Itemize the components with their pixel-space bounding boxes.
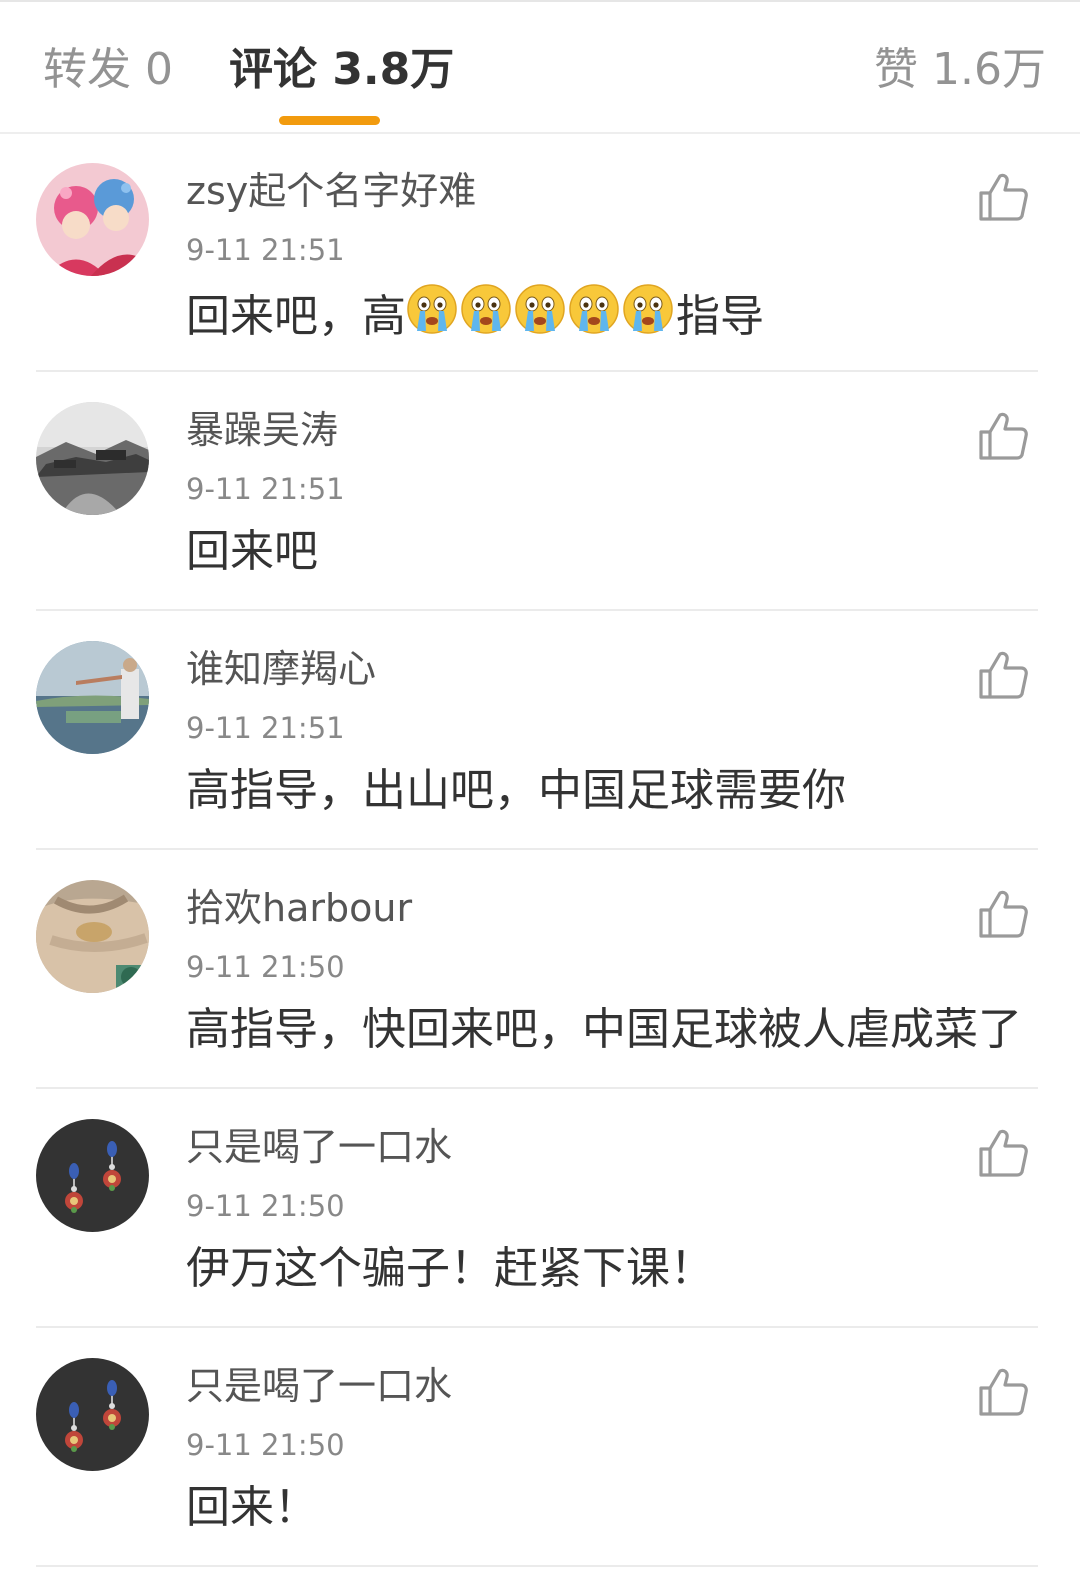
timestamp: 9-11 21:51 bbox=[186, 711, 345, 745]
avatar[interactable] bbox=[36, 402, 149, 515]
crying-face-icon bbox=[515, 284, 565, 334]
comment-item: 只是喝了一口水 9-11 21:50 回来！ bbox=[0, 1328, 1080, 1567]
avatar[interactable] bbox=[36, 880, 149, 993]
crying-face-icon bbox=[623, 284, 673, 334]
comment-text: 回来吧 bbox=[186, 526, 318, 577]
timestamp: 9-11 21:51 bbox=[186, 233, 345, 267]
divider bbox=[36, 1565, 1038, 1567]
comment-text: 高指导，出山吧，中国足球需要你 bbox=[186, 765, 846, 816]
timestamp: 9-11 21:51 bbox=[186, 472, 345, 506]
thumbs-up-icon[interactable] bbox=[977, 1366, 1029, 1418]
avatar[interactable] bbox=[36, 641, 149, 754]
tab-likes[interactable]: 赞 1.6万 bbox=[874, 40, 1046, 100]
crying-face-icon bbox=[569, 284, 619, 334]
tab-bar: 转发 0 评论 3.8万 赞 1.6万 bbox=[0, 2, 1080, 134]
username[interactable]: 拾欢harbour bbox=[186, 883, 412, 933]
avatar[interactable] bbox=[36, 163, 149, 276]
username[interactable]: 暴躁吴涛 bbox=[186, 405, 338, 455]
timestamp: 9-11 21:50 bbox=[186, 950, 345, 984]
comment-item: 只是喝了一口水 9-11 21:50 伊万这个骗子！赶紧下课！ bbox=[0, 1089, 1080, 1328]
avatar[interactable] bbox=[36, 1119, 149, 1232]
comment-item: 拾欢harbour 9-11 21:50 高指导，快回来吧，中国足球被人虐成菜了 bbox=[0, 850, 1080, 1089]
comment-text: 高指导，快回来吧，中国足球被人虐成菜了 bbox=[186, 1004, 1022, 1055]
crying-face-icon bbox=[407, 284, 457, 334]
thumbs-up-icon[interactable] bbox=[977, 649, 1029, 701]
emoji-group bbox=[406, 283, 676, 351]
username[interactable]: zsy起个名字好难 bbox=[186, 166, 476, 216]
thumbs-up-icon[interactable] bbox=[977, 888, 1029, 940]
username[interactable]: 只是喝了一口水 bbox=[186, 1361, 452, 1411]
thumbs-up-icon[interactable] bbox=[977, 1127, 1029, 1179]
thumbs-up-icon[interactable] bbox=[977, 171, 1029, 223]
comment-text-before: 回来吧，高 bbox=[186, 291, 406, 342]
tab-repost[interactable]: 转发 0 bbox=[43, 40, 173, 100]
comment-item: 暴躁吴涛 9-11 21:51 回来吧 bbox=[0, 372, 1080, 611]
timestamp: 9-11 21:50 bbox=[186, 1189, 345, 1223]
comment-item: zsy起个名字好难 9-11 21:51 回来吧，高 指导 bbox=[0, 133, 1080, 372]
comment-text: 回来！ bbox=[186, 1482, 318, 1533]
comment-text: 伊万这个骗子！赶紧下课！ bbox=[186, 1243, 714, 1294]
tab-comments[interactable]: 评论 3.8万 bbox=[229, 40, 454, 100]
active-tab-indicator bbox=[279, 116, 380, 125]
comment-text: 回来吧，高 指导 bbox=[186, 283, 764, 351]
avatar[interactable] bbox=[36, 1358, 149, 1471]
thumbs-up-icon[interactable] bbox=[977, 410, 1029, 462]
comment-item: 谁知摩羯心 9-11 21:51 高指导，出山吧，中国足球需要你 bbox=[0, 611, 1080, 850]
username[interactable]: 只是喝了一口水 bbox=[186, 1122, 452, 1172]
username[interactable]: 谁知摩羯心 bbox=[186, 644, 376, 694]
crying-face-icon bbox=[461, 284, 511, 334]
timestamp: 9-11 21:50 bbox=[186, 1428, 345, 1462]
comment-text-after: 指导 bbox=[676, 291, 764, 342]
